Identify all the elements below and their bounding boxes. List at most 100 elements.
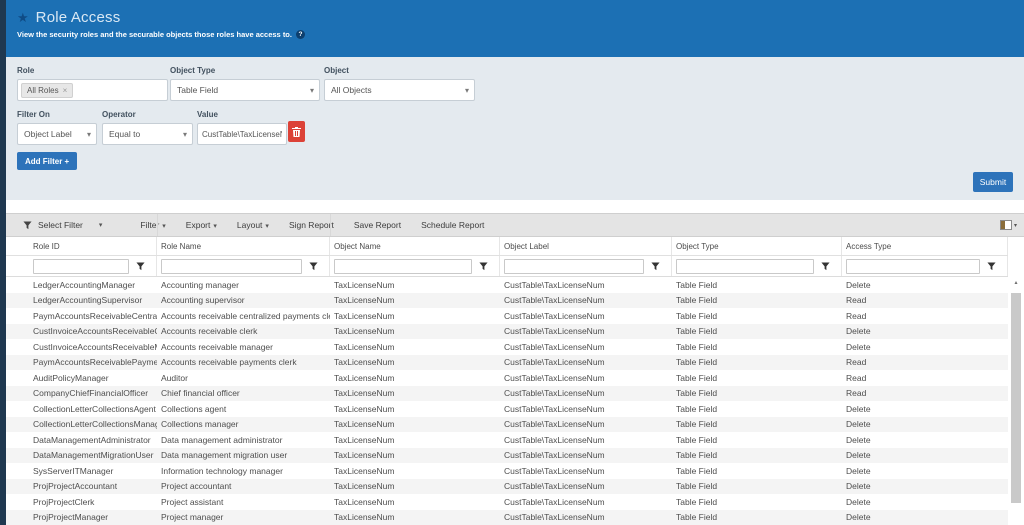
- table-row[interactable]: SysServerITManager Information technology…: [6, 463, 1008, 479]
- column-header-role-name[interactable]: Role Name: [157, 237, 330, 255]
- tag-remove-icon[interactable]: ×: [63, 86, 68, 95]
- table-cell-access-type: Delete: [846, 481, 871, 492]
- table-cell-object-name: TaxLicenseNum: [334, 434, 395, 445]
- table-row[interactable]: PaymAccountsReceivableCentralPaymClerk Ac…: [6, 308, 1008, 324]
- table-row[interactable]: ProjProjectManager Project manager TaxLice…: [6, 509, 1008, 525]
- table-cell-object-label: CustTable\TaxLicenseNum: [504, 465, 605, 476]
- table-cell-role-id: LedgerAccountingManager: [33, 279, 136, 290]
- column-filter-input-object-name[interactable]: [334, 258, 472, 274]
- scrollbar-up-icon[interactable]: ▴: [1008, 277, 1024, 290]
- table-row[interactable]: PaymAccountsReceivablePaymentsClerk Accou…: [6, 354, 1008, 370]
- table-cell-object-type: Table Field: [676, 450, 718, 461]
- table-cell-object-label: CustTable\TaxLicenseNum: [504, 357, 605, 368]
- table-cell-role-id: DataManagementAdministrator: [33, 434, 151, 445]
- role-label: Role: [17, 66, 35, 75]
- toolbar-menu-schedule-report[interactable]: Schedule Report: [421, 220, 484, 230]
- column-header-object-name[interactable]: Object Name: [330, 237, 500, 255]
- chevron-down-icon: ▾: [162, 223, 166, 230]
- table-cell-object-type: Table Field: [676, 326, 718, 337]
- table-cell-object-label: CustTable\TaxLicenseNum: [504, 372, 605, 383]
- table-row[interactable]: CustInvoiceAccountsReceivableManager Acco…: [6, 339, 1008, 355]
- object-select[interactable]: All Objects ▾: [324, 79, 475, 101]
- table-row[interactable]: CollectionLetterCollectionsAgent Collecti…: [6, 401, 1008, 417]
- vertical-scrollbar[interactable]: ▴: [1008, 277, 1024, 525]
- page-header: ★ Role Access View the security roles an…: [6, 0, 1024, 57]
- table-cell-role-name: Accounts receivable manager: [161, 341, 273, 352]
- table-cell-object-name: TaxLicenseNum: [334, 465, 395, 476]
- column-filter-button-object-name[interactable]: [472, 261, 494, 271]
- table-cell-role-name: Accounts receivable centralized payments…: [161, 310, 330, 321]
- column-filter-input-role-id[interactable]: [33, 258, 129, 274]
- table-cell-access-type: Delete: [846, 434, 871, 445]
- table-cell-object-label: CustTable\TaxLicenseNum: [504, 419, 605, 430]
- column-filter-input-role-name[interactable]: [161, 258, 302, 274]
- column-header-object-type[interactable]: Object Type: [672, 237, 842, 255]
- chevron-down-icon: ▾: [1013, 222, 1017, 229]
- column-filter-cell-object-name: [330, 256, 500, 276]
- toolbar-menu-sign-report[interactable]: Sign Report: [289, 220, 334, 230]
- table-cell-object-type: Table Field: [676, 341, 718, 352]
- table-cell-access-type: Read: [846, 388, 867, 399]
- table-row[interactable]: DataManagementMigrationUser Data manageme…: [6, 447, 1008, 463]
- table-cell-role-id: CustInvoiceAccountsReceivableManager: [33, 341, 157, 352]
- column-filter-button-object-type[interactable]: [814, 261, 836, 271]
- column-filter-input-access-type[interactable]: [846, 258, 980, 274]
- column-filter-button-object-label[interactable]: [644, 261, 666, 271]
- table-cell-role-name: Accounting manager: [161, 279, 239, 290]
- column-filter-input-object-type[interactable]: [676, 258, 814, 274]
- table-cell-role-name: Project manager: [161, 512, 224, 523]
- column-filter-button-role-id[interactable]: [129, 261, 151, 271]
- delete-filter-button[interactable]: [288, 121, 305, 142]
- scrollbar-thumb[interactable]: [1011, 293, 1021, 503]
- table-cell-object-type: Table Field: [676, 388, 718, 399]
- table-row[interactable]: CompanyChiefFinancialOfficer Chief financ…: [6, 385, 1008, 401]
- table-row[interactable]: CollectionLetterCollectionsManager Collec…: [6, 416, 1008, 432]
- table-cell-role-name: Accounts receivable payments clerk: [161, 357, 297, 368]
- table-filter-row: [6, 256, 1008, 277]
- table-cell-access-type: Delete: [846, 403, 871, 414]
- column-header-access-type[interactable]: Access Type: [842, 237, 1008, 255]
- table-cell-object-type: Table Field: [676, 481, 718, 492]
- role-filter-input[interactable]: All Roles ×: [17, 79, 168, 101]
- column-filter-input-object-label[interactable]: [504, 258, 644, 274]
- toolbar-menu-export[interactable]: Export ▾: [186, 220, 217, 230]
- table-row[interactable]: AuditPolicyManager Auditor TaxLicenseNum Cu…: [6, 370, 1008, 386]
- table-row[interactable]: CustInvoiceAccountsReceivableClerk Accoun…: [6, 323, 1008, 339]
- table-row[interactable]: ProjProjectClerk Project assistant TaxLice…: [6, 494, 1008, 510]
- column-filter-button-role-name[interactable]: [302, 261, 324, 271]
- operator-select[interactable]: Equal to ▾: [102, 123, 193, 145]
- object-type-select[interactable]: Table Field ▾: [170, 79, 320, 101]
- chevron-down-icon: ▾: [464, 86, 469, 95]
- toolbar-menus: Filter ▾ Export ▾ Layout ▾ Sign Report Save Rep…: [102, 220, 484, 230]
- select-filter-dropdown[interactable]: Select Filter: [38, 220, 83, 230]
- chevron-down-icon: ▾: [182, 130, 187, 139]
- role-tag: All Roles ×: [21, 82, 74, 98]
- table-cell-object-type: Table Field: [676, 496, 718, 507]
- help-icon[interactable]: ?: [295, 30, 305, 39]
- table-row[interactable]: LedgerAccountingManager Accounting manage…: [6, 277, 1008, 293]
- add-filter-button[interactable]: Add Filter +: [17, 152, 78, 170]
- toolbar-menu-save-report[interactable]: Save Report: [354, 220, 401, 230]
- filter-on-select[interactable]: Object Label ▾: [17, 123, 97, 145]
- column-chooser-button[interactable]: ▾: [999, 220, 1017, 230]
- toolbar-menu-layout[interactable]: Layout ▾: [237, 220, 269, 230]
- table-row[interactable]: ProjProjectAccountant Project accountant T…: [6, 478, 1008, 494]
- column-header-role-id[interactable]: Role ID: [6, 237, 157, 255]
- table-cell-object-label: CustTable\TaxLicenseNum: [504, 326, 605, 337]
- column-filter-button-access-type[interactable]: [980, 261, 1002, 271]
- column-header-object-label[interactable]: Object Label: [500, 237, 672, 255]
- table-header-row: Role ID Role Name Object Name Object Label O…: [6, 237, 1008, 256]
- value-input[interactable]: [197, 123, 287, 145]
- table-cell-role-name: Data management administrator: [161, 434, 283, 445]
- table-cell-object-label: CustTable\TaxLicenseNum: [504, 388, 605, 399]
- chevron-down-icon: ▾: [213, 223, 217, 230]
- table-row[interactable]: LedgerAccountingSupervisor Accounting sup…: [6, 292, 1008, 308]
- table-cell-role-name: Auditor: [161, 372, 188, 383]
- table-row[interactable]: DataManagementAdministrator Data manageme…: [6, 432, 1008, 448]
- star-icon: ★: [17, 9, 29, 25]
- table-cell-role-name: Data management migration user: [161, 450, 288, 461]
- table-cell-object-label: CustTable\TaxLicenseNum: [504, 496, 605, 507]
- toolbar-menu-filter[interactable]: Filter ▾: [140, 220, 165, 230]
- table-cell-access-type: Delete: [846, 341, 871, 352]
- submit-button[interactable]: Submit: [973, 172, 1013, 192]
